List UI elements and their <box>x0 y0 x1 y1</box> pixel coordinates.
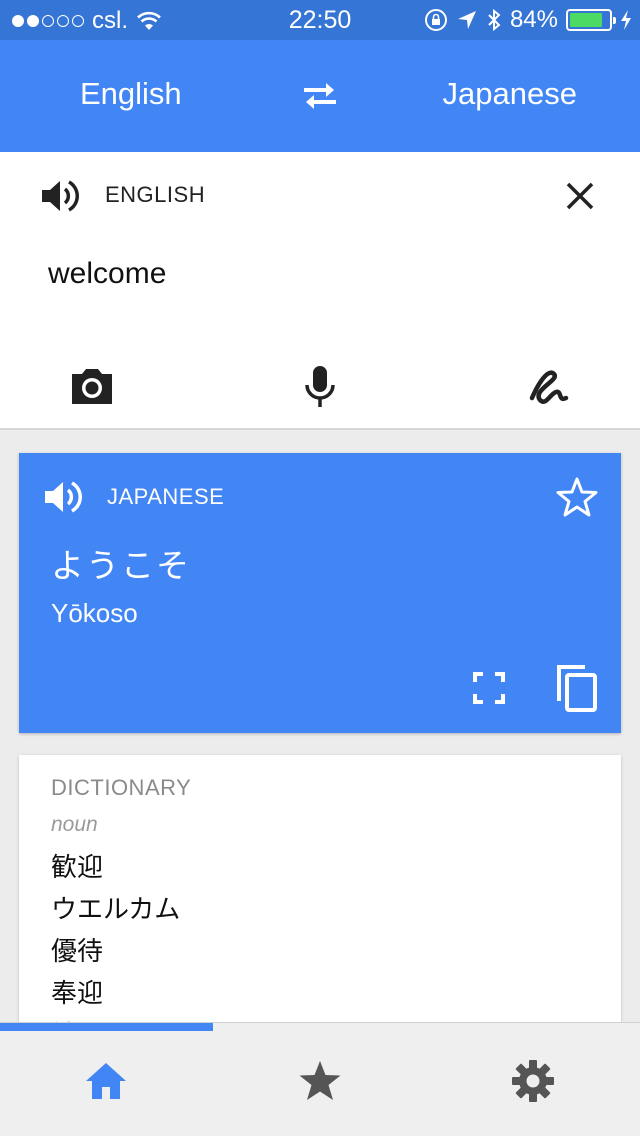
status-bar: csl. 22:50 84% <box>0 0 640 40</box>
dictionary-card: DICTIONARY noun 歓迎 ウエルカム 優待 奉迎 請見 <box>19 755 621 1055</box>
input-language-label: ENGLISH <box>105 182 206 207</box>
translation-text: ようこそ <box>51 546 191 585</box>
battery-level <box>570 13 602 27</box>
dictionary-entry[interactable]: 歓迎 <box>51 847 180 889</box>
status-icons: 84% <box>424 6 632 34</box>
dictionary-entry[interactable]: 優待 <box>51 931 180 973</box>
star-icon[interactable] <box>296 1057 344 1105</box>
home-icon[interactable] <box>82 1057 130 1105</box>
location-icon <box>457 11 476 29</box>
rotation-lock-icon <box>424 9 447 31</box>
gear-icon[interactable] <box>509 1057 557 1105</box>
dictionary-entry[interactable]: 奉迎 <box>51 973 180 1015</box>
battery-percent: 84% <box>509 6 558 33</box>
speaker-icon[interactable] <box>43 477 83 517</box>
language-bar: English Japanese <box>0 40 640 152</box>
battery-icon <box>566 9 616 31</box>
input-text[interactable]: welcome <box>48 257 166 291</box>
part-of-speech: noun <box>51 813 98 836</box>
result-language-label: JAPANESE <box>107 484 225 509</box>
translation-card: JAPANESE ようこそ Yōkoso <box>19 453 621 733</box>
active-tab-indicator <box>0 1023 213 1031</box>
charging-icon <box>621 10 631 30</box>
microphone-icon[interactable] <box>298 364 342 408</box>
close-icon[interactable] <box>560 176 600 216</box>
swap-languages-icon[interactable] <box>300 76 340 116</box>
target-language-button[interactable]: Japanese <box>443 76 577 112</box>
source-language-button[interactable]: English <box>80 76 182 112</box>
bottom-navigation <box>0 1022 640 1136</box>
input-card: ENGLISH welcome <box>0 152 640 430</box>
dictionary-title: DICTIONARY <box>51 775 192 800</box>
copy-icon[interactable] <box>553 663 599 713</box>
speaker-icon[interactable] <box>40 176 80 216</box>
bluetooth-icon <box>488 8 501 32</box>
camera-icon[interactable] <box>70 364 114 408</box>
fullscreen-icon[interactable] <box>469 668 509 708</box>
transliteration-text: Yōkoso <box>51 598 138 628</box>
handwriting-icon[interactable] <box>526 364 570 408</box>
dictionary-entry[interactable]: ウエルカム <box>51 889 180 931</box>
star-outline-icon[interactable] <box>555 475 599 519</box>
